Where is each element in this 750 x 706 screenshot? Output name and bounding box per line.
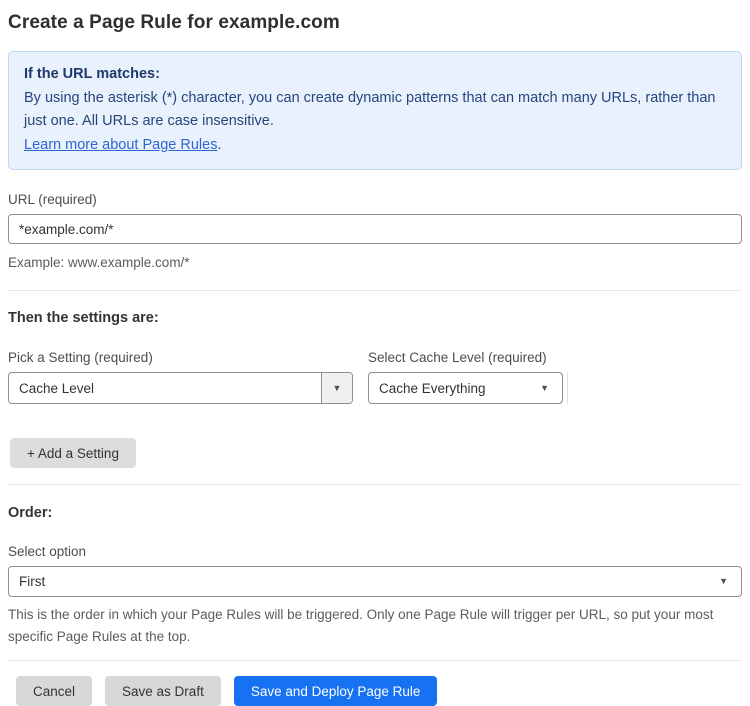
save-as-draft-button[interactable]: Save as Draft [105,676,221,706]
setting-picker-dropdown[interactable]: Cache Level ▼ [8,372,353,404]
divider [8,290,742,291]
setting-picker-label: Pick a Setting (required) [8,350,153,365]
info-box-heading: If the URL matches: [24,66,160,82]
order-section-heading: Order: [8,505,53,521]
order-helper-text: This is the order in which your Page Rul… [8,607,714,644]
footer-buttons: Cancel Save as Draft Save and Deploy Pag… [16,676,742,706]
setting-picker-value: Cache Level [19,380,95,396]
settings-row: Pick a Setting (required) Cache Level ▼ … [8,350,742,404]
cache-level-dropdown[interactable]: Cache Everything ▼ [368,372,563,404]
chevron-down-icon: ▼ [540,382,549,393]
save-and-deploy-button[interactable]: Save and Deploy Page Rule [233,676,438,706]
info-box-link-line: Learn more about Page Rules. [24,134,726,158]
setting-vertical-divider [567,372,568,404]
url-input[interactable] [8,214,742,244]
info-box-body: By using the asterisk (*) character, you… [24,89,716,130]
chevron-down-icon: ▼ [332,382,342,393]
divider [8,484,742,485]
cache-level-picker-wrap: Select Cache Level (required) Cache Ever… [368,350,568,404]
url-match-info-box: If the URL matches: By using the asteris… [8,51,742,170]
learn-more-link[interactable]: Learn more about Page Rules [24,137,217,153]
order-select-label: Select option [8,544,87,559]
divider [8,660,742,661]
cache-level-label: Select Cache Level (required) [368,350,547,365]
settings-section-heading: Then the settings are: [8,310,159,326]
chevron-down-icon: ▼ [719,576,728,586]
page-title: Create a Page Rule for example.com [8,12,340,33]
cache-level-value: Cache Everything [379,380,486,396]
cancel-button[interactable]: Cancel [16,676,93,706]
setting-picker-arrow-button[interactable]: ▼ [321,373,352,403]
url-field-helper: Example: www.example.com/* [8,255,190,270]
order-selected-value: First [19,574,46,589]
setting-picker-column: Pick a Setting (required) Cache Level ▼ [8,350,368,404]
cache-level-row: Cache Everything ▼ [368,372,568,404]
add-setting-button[interactable]: + Add a Setting [10,438,136,468]
link-suffix: . [217,136,222,153]
url-field-label: URL (required) [8,192,97,207]
cache-level-column: Select Cache Level (required) Cache Ever… [368,350,568,404]
order-dropdown[interactable]: First ▼ [8,566,742,597]
